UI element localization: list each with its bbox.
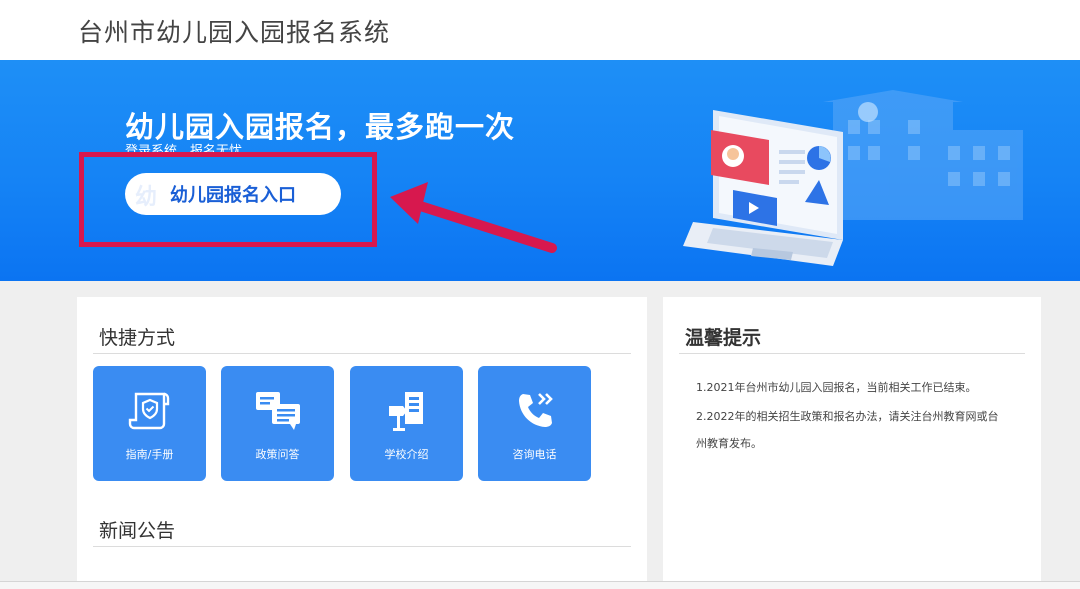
- annotation-arrow-icon: [390, 182, 557, 253]
- quick-links-title: 快捷方式: [99, 327, 176, 349]
- laptop-illustration-icon: [683, 90, 1023, 266]
- quick-link-label: 咨询电话: [512, 448, 557, 461]
- quick-links-panel: 快捷方式 指南/手册 政策问答 学校介绍 咨询电话 新闻公告: [77, 297, 647, 589]
- news-title: 新闻公告: [99, 520, 176, 542]
- kindergarten-registration-entry-button[interactable]: 幼 幼儿园报名入口: [125, 173, 341, 215]
- tip-line: 2.2022年的相关招生政策和报名办法，请关注台州教育网或台: [696, 410, 999, 423]
- tips-panel: 温馨提示 1.2021年台州市幼儿园入园报名，当前相关工作已结束。 2.2022…: [663, 297, 1041, 589]
- browser-status-bar: [0, 581, 1080, 589]
- tip-line: 州教育发布。: [696, 437, 762, 450]
- site-title: 台州市幼儿园入园报名系统: [78, 18, 391, 47]
- quick-link-label: 指南/手册: [125, 448, 174, 461]
- quick-link-label: 学校介绍: [384, 448, 429, 461]
- news-divider: [93, 546, 631, 547]
- tips-divider: [679, 353, 1025, 354]
- quick-link-hotline[interactable]: 咨询电话: [478, 366, 591, 481]
- tips-title: 温馨提示: [685, 327, 762, 349]
- hero-banner: 幼儿园入园报名，最多跑一次 登录系统，报名无忧 幼 幼儿园报名入口: [0, 60, 1080, 281]
- top-header: 台州市幼儿园入园报名系统: [0, 0, 1080, 60]
- scroll-shield-icon: [128, 392, 169, 430]
- tip-line: 1.2021年台州市幼儿园入园报名，当前相关工作已结束。: [696, 381, 977, 394]
- chat-bubbles-icon: [255, 392, 300, 430]
- quick-links-divider: [93, 353, 631, 354]
- school-signpost-icon: [388, 392, 423, 431]
- quick-link-policy-qa[interactable]: 政策问答: [221, 366, 334, 481]
- quick-link-label: 政策问答: [255, 448, 300, 461]
- button-watermark: 幼: [135, 185, 158, 210]
- banner-subtitle: 登录系统，报名无忧: [125, 144, 243, 152]
- entry-button-label: 幼儿园报名入口: [170, 185, 296, 206]
- quick-link-guide[interactable]: 指南/手册: [93, 366, 206, 481]
- phone-call-icon: [518, 393, 553, 427]
- quick-link-school-intro[interactable]: 学校介绍: [350, 366, 463, 481]
